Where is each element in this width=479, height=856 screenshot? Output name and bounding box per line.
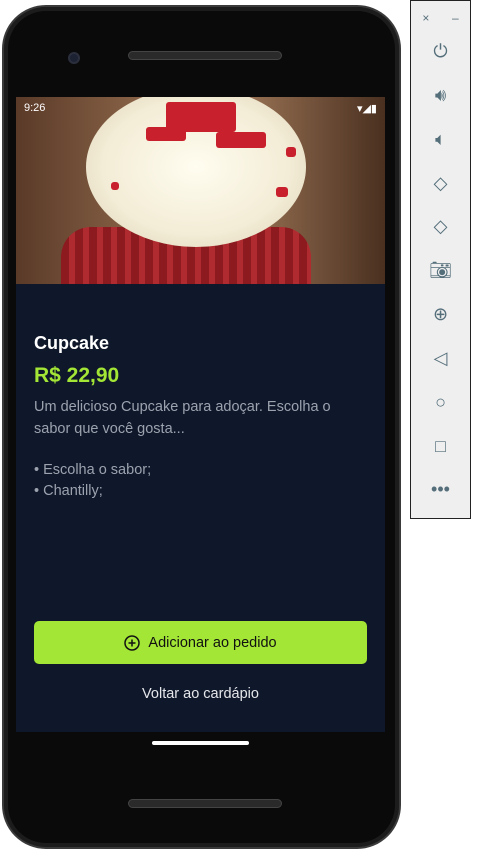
status-icons: ▾◢▮: [356, 102, 377, 115]
product-image: [16, 97, 385, 284]
add-to-order-button[interactable]: Adicionar ao pedido: [34, 621, 367, 664]
app-screen: 9:26 ▾◢▮ Cupcake R$ 22,90 Um delicioso C…: [16, 97, 385, 732]
home-icon[interactable]: ○: [411, 392, 470, 413]
back-icon[interactable]: ◁: [411, 348, 470, 369]
plus-circle-icon: [124, 634, 141, 651]
ingredient-item: • Escolha o sabor;: [34, 462, 152, 478]
more-icon[interactable]: •••: [411, 479, 470, 500]
bottom-speaker: [128, 799, 282, 808]
rotate-right-icon[interactable]: ◇: [411, 216, 470, 237]
product-details: Cupcake R$ 22,90 Um delicioso Cupcake pa…: [34, 333, 369, 502]
add-to-order-label: Adicionar ao pedido: [148, 634, 277, 651]
front-camera: [68, 52, 80, 64]
overview-icon[interactable]: □: [411, 436, 470, 457]
camera-icon[interactable]: 📷︎: [411, 260, 470, 281]
back-to-menu-button[interactable]: Voltar ao cardápio: [34, 682, 367, 706]
home-gesture-bar[interactable]: [152, 741, 249, 745]
volume-down-icon[interactable]: 🔈︎: [411, 129, 470, 150]
minimize-icon[interactable]: –: [452, 11, 459, 25]
product-name: Cupcake: [34, 333, 110, 353]
product-price: R$ 22,90: [34, 364, 120, 387]
rotate-left-icon[interactable]: ◇: [411, 173, 470, 194]
status-bar: 9:26 ▾◢▮: [16, 97, 385, 119]
volume-up-icon[interactable]: 🔊︎: [411, 85, 470, 106]
emulator-toolbar: × – ⏻ 🔊︎ 🔈︎ ◇ ◇ 📷︎ ⊕ ◁ ○ □ •••: [410, 0, 471, 519]
zoom-icon[interactable]: ⊕: [411, 304, 470, 325]
top-speaker: [128, 51, 282, 60]
power-icon[interactable]: ⏻: [411, 41, 470, 62]
product-ingredients: • Escolha o sabor; • Chantilly;: [34, 460, 369, 502]
close-icon[interactable]: ×: [422, 11, 429, 25]
status-time: 9:26: [24, 102, 46, 114]
product-description: Um delicioso Cupcake para adoçar. Escolh…: [34, 399, 331, 437]
ingredient-item: • Chantilly;: [34, 483, 103, 499]
